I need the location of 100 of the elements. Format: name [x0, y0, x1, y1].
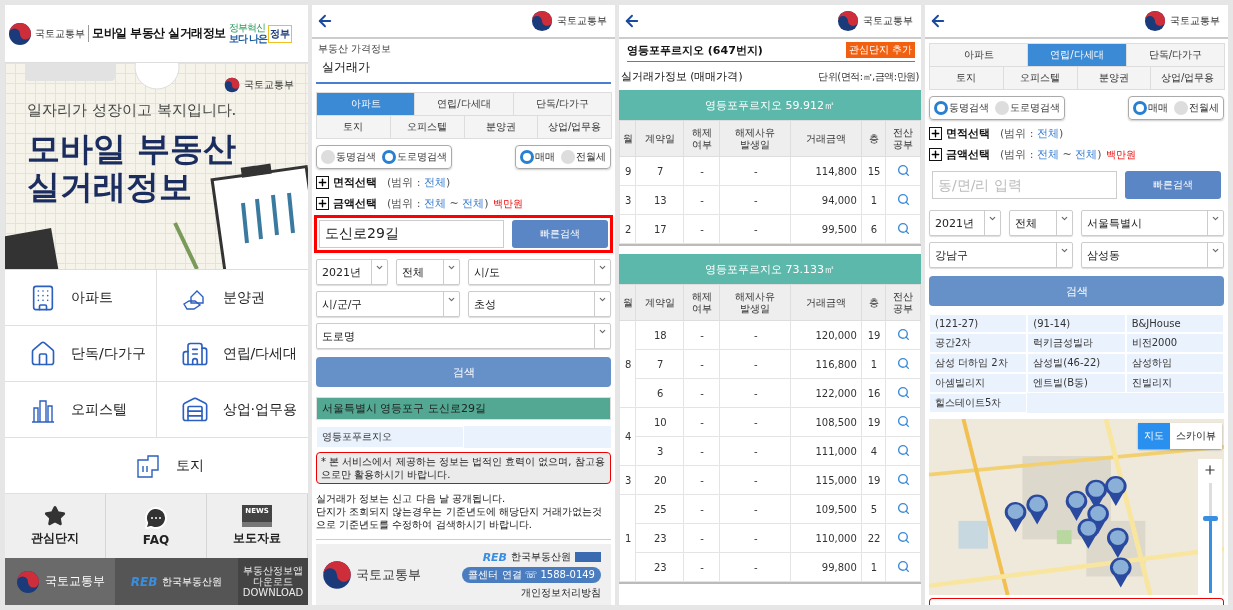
page-title: 실거래가: [316, 56, 611, 84]
table-cell: 4: [861, 436, 886, 466]
table-cell: 4: [619, 407, 636, 466]
table-cell: -: [719, 407, 791, 437]
table-cell: 17: [635, 214, 684, 244]
table-cell: -: [683, 156, 720, 186]
category-tab[interactable]: 분양권: [463, 115, 539, 139]
reb-logo: REB: [130, 574, 158, 589]
category-tab[interactable]: 연립/다세대: [1027, 43, 1127, 67]
radio-option[interactable]: 매매: [520, 150, 555, 164]
filter-range: (범위 : 전체): [387, 175, 451, 190]
category-tab[interactable]: 상업/업무용: [1150, 66, 1225, 90]
category-tab[interactable]: 토지: [316, 115, 391, 139]
dropdown[interactable]: 삼성동: [1080, 242, 1224, 268]
table-cell: 122,000: [790, 378, 862, 408]
category-tab[interactable]: 연립/다세대: [414, 92, 514, 116]
table-cell: 3: [619, 185, 636, 215]
result-item[interactable]: 삼성빌(46-22): [1027, 353, 1126, 373]
dropdown[interactable]: 전체: [1009, 210, 1073, 236]
badge-accent: 정부: [268, 24, 293, 43]
dropdown[interactable]: 강남구: [929, 242, 1073, 268]
column-header: 해제사유 발생일: [719, 120, 791, 157]
quick-search-button[interactable]: 빠른검색: [1125, 171, 1221, 199]
table-cell: 13: [635, 185, 684, 215]
table-cell: 116,800: [790, 349, 862, 379]
dropdown[interactable]: 시/군/구: [316, 291, 460, 317]
dropdown[interactable]: 서울특별시: [1081, 210, 1224, 236]
column-header: 층: [861, 120, 886, 157]
menu-item[interactable]: 오피스텔: [5, 382, 157, 438]
table-cell: 115,000: [790, 465, 862, 495]
menu-item[interactable]: 상업·업무용: [156, 382, 308, 438]
result-item[interactable]: 럭키금성빌라: [1027, 333, 1126, 353]
banner-title: 실거래정보: [27, 167, 193, 206]
table-cell: 20: [635, 465, 684, 495]
table-cell: 114,800: [790, 156, 862, 186]
menu-item[interactable]: 연립/다세대: [156, 326, 308, 382]
category-tab[interactable]: 오피스텔: [389, 115, 465, 139]
call-center-link[interactable]: 콜센터 연결 ☏ 1588-0149: [462, 567, 601, 583]
category-tab[interactable]: 오피스텔: [1002, 66, 1078, 90]
result-item[interactable]: 삼성하임: [1125, 353, 1224, 373]
table-cell: 109,500: [790, 494, 862, 524]
table-cell: 22: [861, 523, 886, 553]
dropdown[interactable]: 2021년: [316, 259, 388, 285]
dropdown[interactable]: 초성: [467, 291, 611, 317]
reb-logo: REB: [482, 550, 507, 564]
column-header: 월: [619, 120, 636, 157]
dropdown[interactable]: 전체: [396, 259, 460, 285]
search-field[interactable]: 동/면/리 입력: [932, 171, 1117, 199]
category-tab[interactable]: 단독/다가구: [512, 92, 612, 116]
table-cell: 9: [619, 156, 636, 186]
result-item[interactable]: 비전2000: [1125, 333, 1224, 353]
result-item[interactable]: (91-14): [1027, 314, 1126, 333]
menu-item[interactable]: 아파트: [5, 270, 157, 326]
menu-item[interactable]: 분양권: [156, 270, 308, 326]
radio-option[interactable]: 전월세: [1174, 101, 1219, 115]
category-tab[interactable]: 분양권: [1076, 66, 1152, 90]
table-cell: -: [719, 185, 791, 215]
unit-label: 백만원: [492, 196, 523, 211]
result-item[interactable]: B&JHouse: [1125, 314, 1224, 333]
radio-option[interactable]: 동명검색: [321, 150, 376, 164]
category-tab[interactable]: 상업/업무용: [537, 115, 612, 139]
category-tab[interactable]: 아파트: [929, 43, 1029, 67]
ministry-name: 국토교통부: [356, 566, 421, 584]
dropdown[interactable]: 시/도: [468, 259, 611, 285]
privacy-link[interactable]: 개인정보처리방침: [521, 586, 601, 600]
table-cell: -: [683, 407, 720, 437]
dropdown[interactable]: 도로명: [316, 323, 611, 349]
table-cell: 111,000: [790, 436, 862, 466]
search-field[interactable]: 도신로29길: [319, 220, 504, 248]
info-text: 실거래가 정보는 신고 다음 날 공개됩니다.: [316, 492, 507, 505]
result-item[interactable]: 삼성 더하임 2차: [929, 353, 1028, 373]
table-cell: 19: [861, 465, 886, 495]
radio-option[interactable]: 동명검색: [934, 101, 989, 115]
column-header: 계약일: [635, 120, 684, 157]
result-item[interactable]: 힐스테이트5차: [929, 393, 1028, 413]
category-tab[interactable]: 아파트: [316, 92, 416, 116]
result-item[interactable]: 공간2차: [929, 333, 1028, 353]
table-cell: 6: [861, 214, 886, 244]
column-header: 전산 공부: [885, 284, 921, 321]
radio-option[interactable]: 도로명검색: [995, 101, 1060, 115]
radio-option[interactable]: 매매: [1133, 101, 1168, 115]
complex-title: 영등포푸르지오 (647번지): [627, 42, 763, 58]
result-item[interactable]: 아셈빌리지: [929, 373, 1028, 393]
menu-item[interactable]: 단독/다가구: [5, 326, 157, 382]
table-cell: 120,000: [790, 320, 862, 350]
column-header: 거래금액: [790, 120, 862, 157]
radio-option[interactable]: 도로명검색: [382, 150, 447, 164]
table-cell: -: [683, 214, 720, 244]
agency-name: 한국부동산원: [162, 574, 223, 589]
dropdown[interactable]: 2021년: [929, 210, 1001, 236]
column-header: 해제사유 발생일: [719, 284, 791, 321]
quick-search-button[interactable]: 빠른검색: [512, 220, 608, 248]
result-item[interactable]: 진빌리지: [1125, 373, 1224, 393]
category-tab[interactable]: 단독/다가구: [1125, 43, 1225, 67]
map-view-tab[interactable]: 스카이뷰: [1170, 423, 1222, 449]
result-item[interactable]: 엔트빌(B동): [1027, 373, 1126, 393]
category-tab[interactable]: 토지: [929, 66, 1004, 90]
result-item[interactable]: (121-27): [929, 314, 1028, 333]
radio-option[interactable]: 전월세: [561, 150, 606, 164]
result-item[interactable]: 영등포푸르지오: [316, 426, 464, 448]
